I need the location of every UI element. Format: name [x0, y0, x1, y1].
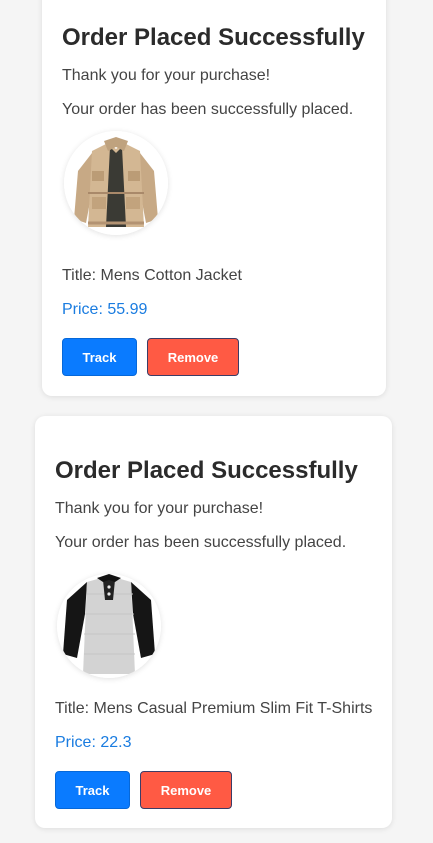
- thank-you-text: Thank you for your purchase!: [55, 500, 264, 517]
- product-title: Title: Mens Cotton Jacket: [62, 267, 242, 284]
- order-card: Order Placed Successfully Thank you for …: [42, 0, 386, 396]
- thank-you-text: Thank you for your purchase!: [62, 67, 271, 84]
- product-title: Title: Mens Casual Premium Slim Fit T-Sh…: [55, 700, 373, 717]
- order-message: Your order has been successfully placed.: [62, 101, 354, 118]
- order-heading: Order Placed Successfully: [62, 24, 365, 51]
- remove-button[interactable]: Remove: [140, 771, 232, 809]
- remove-button[interactable]: Remove: [147, 338, 239, 376]
- product-image: [64, 131, 168, 235]
- order-card: Order Placed Successfully Thank you for …: [35, 416, 392, 828]
- order-message: Your order has been successfully placed.: [55, 534, 347, 551]
- product-price: Price: 22.3: [55, 734, 132, 751]
- jacket-image: [64, 131, 168, 235]
- tshirt-image: [57, 574, 161, 678]
- track-button[interactable]: Track: [62, 338, 137, 376]
- track-button[interactable]: Track: [55, 771, 130, 809]
- product-image: [57, 574, 161, 678]
- product-price: Price: 55.99: [62, 301, 148, 318]
- order-heading: Order Placed Successfully: [55, 457, 358, 484]
